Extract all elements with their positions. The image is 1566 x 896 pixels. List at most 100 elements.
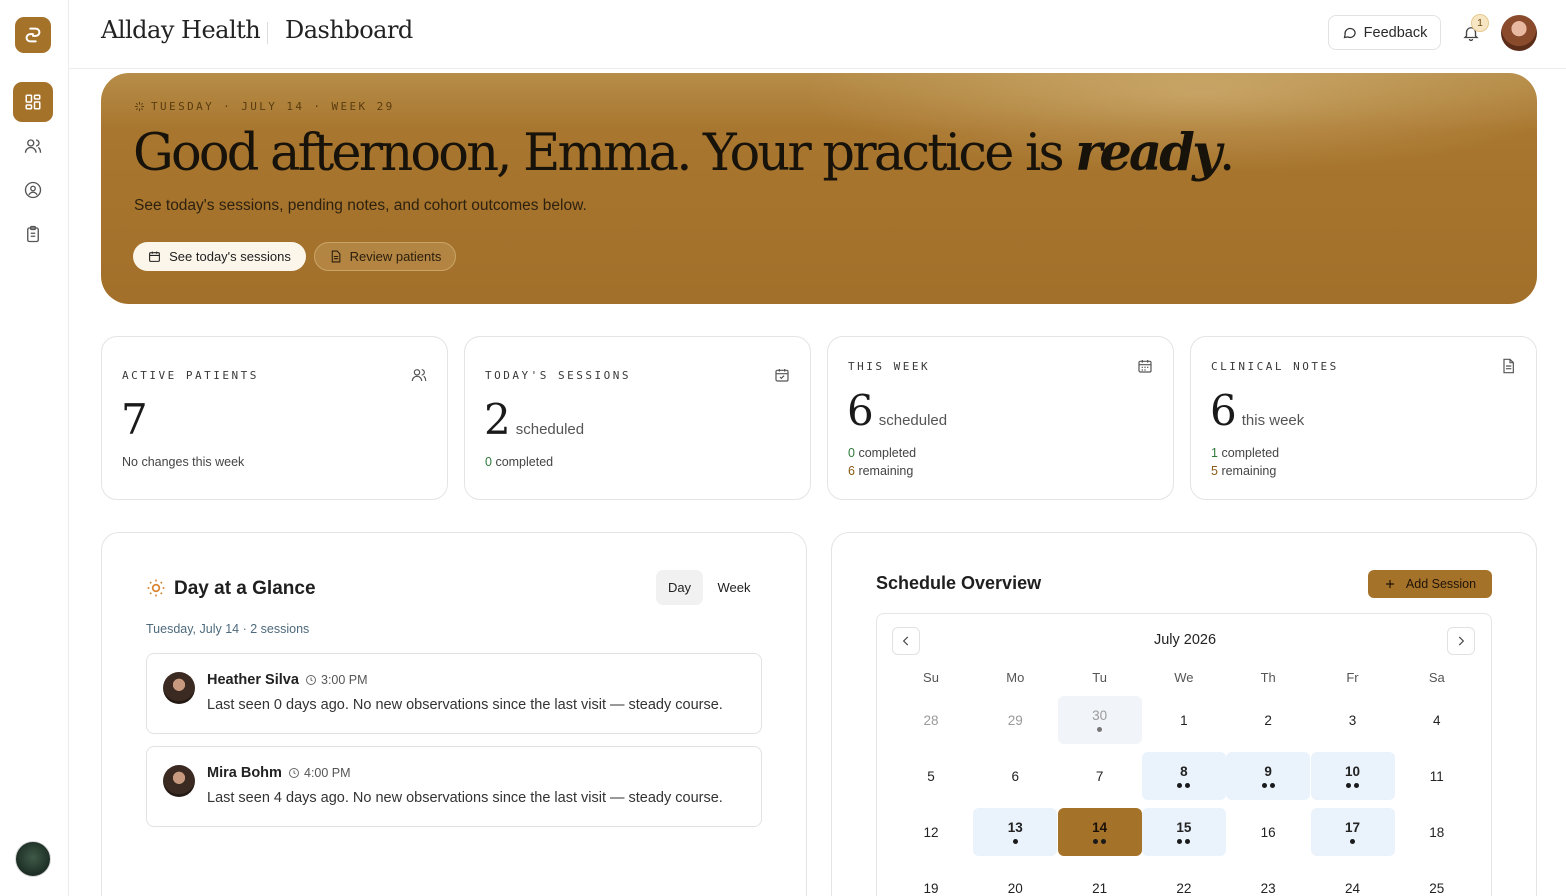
- calendar-day[interactable]: 30: [1057, 696, 1142, 744]
- calendar-day[interactable]: 29: [973, 696, 1057, 744]
- next-month-button[interactable]: [1447, 627, 1475, 655]
- calendar-day-number: 11: [1429, 768, 1444, 784]
- calendar-day[interactable]: 8: [1141, 752, 1226, 800]
- tab-week[interactable]: Week: [709, 570, 759, 605]
- calendar-day[interactable]: 3: [1311, 696, 1395, 744]
- calendar-day[interactable]: 22: [1142, 864, 1226, 896]
- schedule-overview-title: Schedule Overview: [876, 573, 1042, 593]
- calendar-day-number: 14: [1092, 820, 1108, 835]
- calendar-day-number: 21: [1092, 880, 1108, 896]
- calendar-day[interactable]: 14: [1057, 808, 1142, 856]
- card-value-unit: this week: [1241, 412, 1305, 429]
- chevron-right-icon: [1458, 636, 1465, 646]
- calendar-day[interactable]: 19: [889, 864, 973, 896]
- card-value-unit: scheduled: [515, 421, 585, 438]
- card-value-number: 6: [1210, 386, 1237, 435]
- calendar-day[interactable]: 23: [1226, 864, 1310, 896]
- session-dots: [1012, 839, 1018, 844]
- session-dots: [1177, 783, 1191, 788]
- workspace-avatar[interactable]: [15, 841, 51, 877]
- session-dot: [1101, 839, 1107, 844]
- calendar-day[interactable]: 11: [1395, 752, 1479, 800]
- sun-icon: [147, 579, 165, 597]
- session-time: 3:00 PM: [305, 673, 368, 687]
- session-card[interactable]: Heather Silva 3:00 PM Last seen 0 days a…: [146, 653, 762, 734]
- patient-name: Heather Silva: [207, 672, 299, 688]
- calendar-day[interactable]: 21: [1058, 864, 1142, 896]
- app-logo[interactable]: [15, 17, 51, 53]
- session-summary: Last seen 4 days ago. No new observation…: [207, 790, 723, 806]
- card-value-unit: scheduled: [878, 412, 948, 429]
- session-time-text: 4:00 PM: [304, 766, 351, 780]
- calendar-day[interactable]: 25: [1395, 864, 1479, 896]
- calendar-day-number: 22: [1176, 880, 1192, 896]
- session-dots: [1346, 783, 1359, 788]
- day-at-a-glance-panel: Day at a Glance Day Week Tuesday, July 1…: [101, 532, 807, 896]
- see-sessions-button[interactable]: See today's sessions: [133, 242, 306, 271]
- notification-badge: 1: [1471, 14, 1489, 32]
- calendar-day[interactable]: 4: [1395, 696, 1479, 744]
- calendar-day[interactable]: 24: [1311, 864, 1395, 896]
- calendar-day-number: 28: [923, 712, 939, 728]
- app-root: Allday Health Dashboard Feedback 1 TUESD…: [0, 0, 1566, 896]
- sidebar-item-dashboard[interactable]: [13, 82, 53, 122]
- top-header: Allday Health Dashboard Feedback 1: [69, 0, 1566, 69]
- review-patients-button[interactable]: Review patients: [314, 242, 456, 271]
- session-dot: [1012, 839, 1018, 844]
- grid-icon: [25, 94, 41, 110]
- add-session-button[interactable]: Add Session: [1368, 570, 1492, 598]
- remaining-label: remaining: [858, 464, 914, 478]
- calendar-day[interactable]: 9: [1226, 752, 1311, 800]
- review-patients-label: Review patients: [349, 249, 442, 264]
- sidebar-item-patients[interactable]: [13, 126, 53, 166]
- feedback-button[interactable]: Feedback: [1328, 15, 1441, 50]
- card-value: 6 this week: [1210, 386, 1304, 435]
- calendar-day[interactable]: 10: [1310, 752, 1395, 800]
- calendar-day[interactable]: 15: [1141, 808, 1226, 856]
- calendar-day[interactable]: 12: [889, 808, 973, 856]
- calendar-day[interactable]: 13: [973, 808, 1058, 856]
- calendar-day[interactable]: 7: [1058, 752, 1142, 800]
- calendar-day-number: 30: [1092, 708, 1108, 723]
- sidebar-item-profile[interactable]: [13, 170, 53, 210]
- calendar-day[interactable]: 18: [1395, 808, 1479, 856]
- clipboard-icon: [27, 225, 39, 243]
- add-session-label: Add Session: [1405, 577, 1477, 591]
- card-completed: 0 completed: [848, 446, 916, 460]
- clock-icon: [306, 675, 316, 685]
- completed-label: completed: [858, 446, 917, 460]
- calendar-day-number: 15: [1176, 820, 1192, 835]
- session-dot: [1097, 727, 1103, 732]
- card-label: THIS WEEK: [848, 360, 931, 373]
- calendar-day[interactable]: 16: [1226, 808, 1310, 856]
- calendar-day-number: 3: [1348, 712, 1357, 728]
- card-note: No changes this week: [122, 455, 245, 469]
- calendar-day[interactable]: 1: [1142, 696, 1226, 744]
- session-card[interactable]: Mira Bohm 4:00 PM Last seen 4 days ago. …: [146, 746, 762, 827]
- completed-label: completed: [1221, 446, 1280, 460]
- stat-card-todays-sessions: TODAY'S SESSIONS 2 scheduled 0 completed: [464, 336, 811, 500]
- page-title: Dashboard: [285, 16, 413, 44]
- calendar-day[interactable]: 17: [1310, 808, 1395, 856]
- tab-day[interactable]: Day: [656, 570, 703, 605]
- calendar-day[interactable]: 5: [889, 752, 973, 800]
- stat-card-clinical-notes: CLINICAL NOTES 6 this week 1 completed 5 …: [1190, 336, 1537, 500]
- patient-avatar: [163, 672, 195, 704]
- card-value: 7: [121, 395, 148, 444]
- weekday-header: Sa: [1428, 670, 1445, 685]
- completed-count: 0: [485, 455, 492, 469]
- calendar-day[interactable]: 28: [889, 696, 973, 744]
- calendar-day[interactable]: 6: [973, 752, 1057, 800]
- calendar-day[interactable]: 20: [973, 864, 1057, 896]
- sidebar-item-notes[interactable]: [13, 214, 53, 254]
- session-time-text: 3:00 PM: [321, 673, 368, 687]
- weekday-header: Su: [923, 670, 939, 685]
- day-at-a-glance-title: Day at a Glance: [174, 578, 316, 599]
- see-sessions-label: See today's sessions: [169, 249, 291, 264]
- calendar-day-number: 4: [1433, 712, 1441, 728]
- welcome-hero: TUESDAY · JULY 14 · WEEK 29 Good afterno…: [101, 73, 1537, 304]
- user-avatar[interactable]: [1501, 15, 1537, 51]
- calendar-day[interactable]: 2: [1226, 696, 1310, 744]
- session-dot: [1185, 839, 1191, 844]
- calendar-day-number: 29: [1007, 712, 1023, 728]
